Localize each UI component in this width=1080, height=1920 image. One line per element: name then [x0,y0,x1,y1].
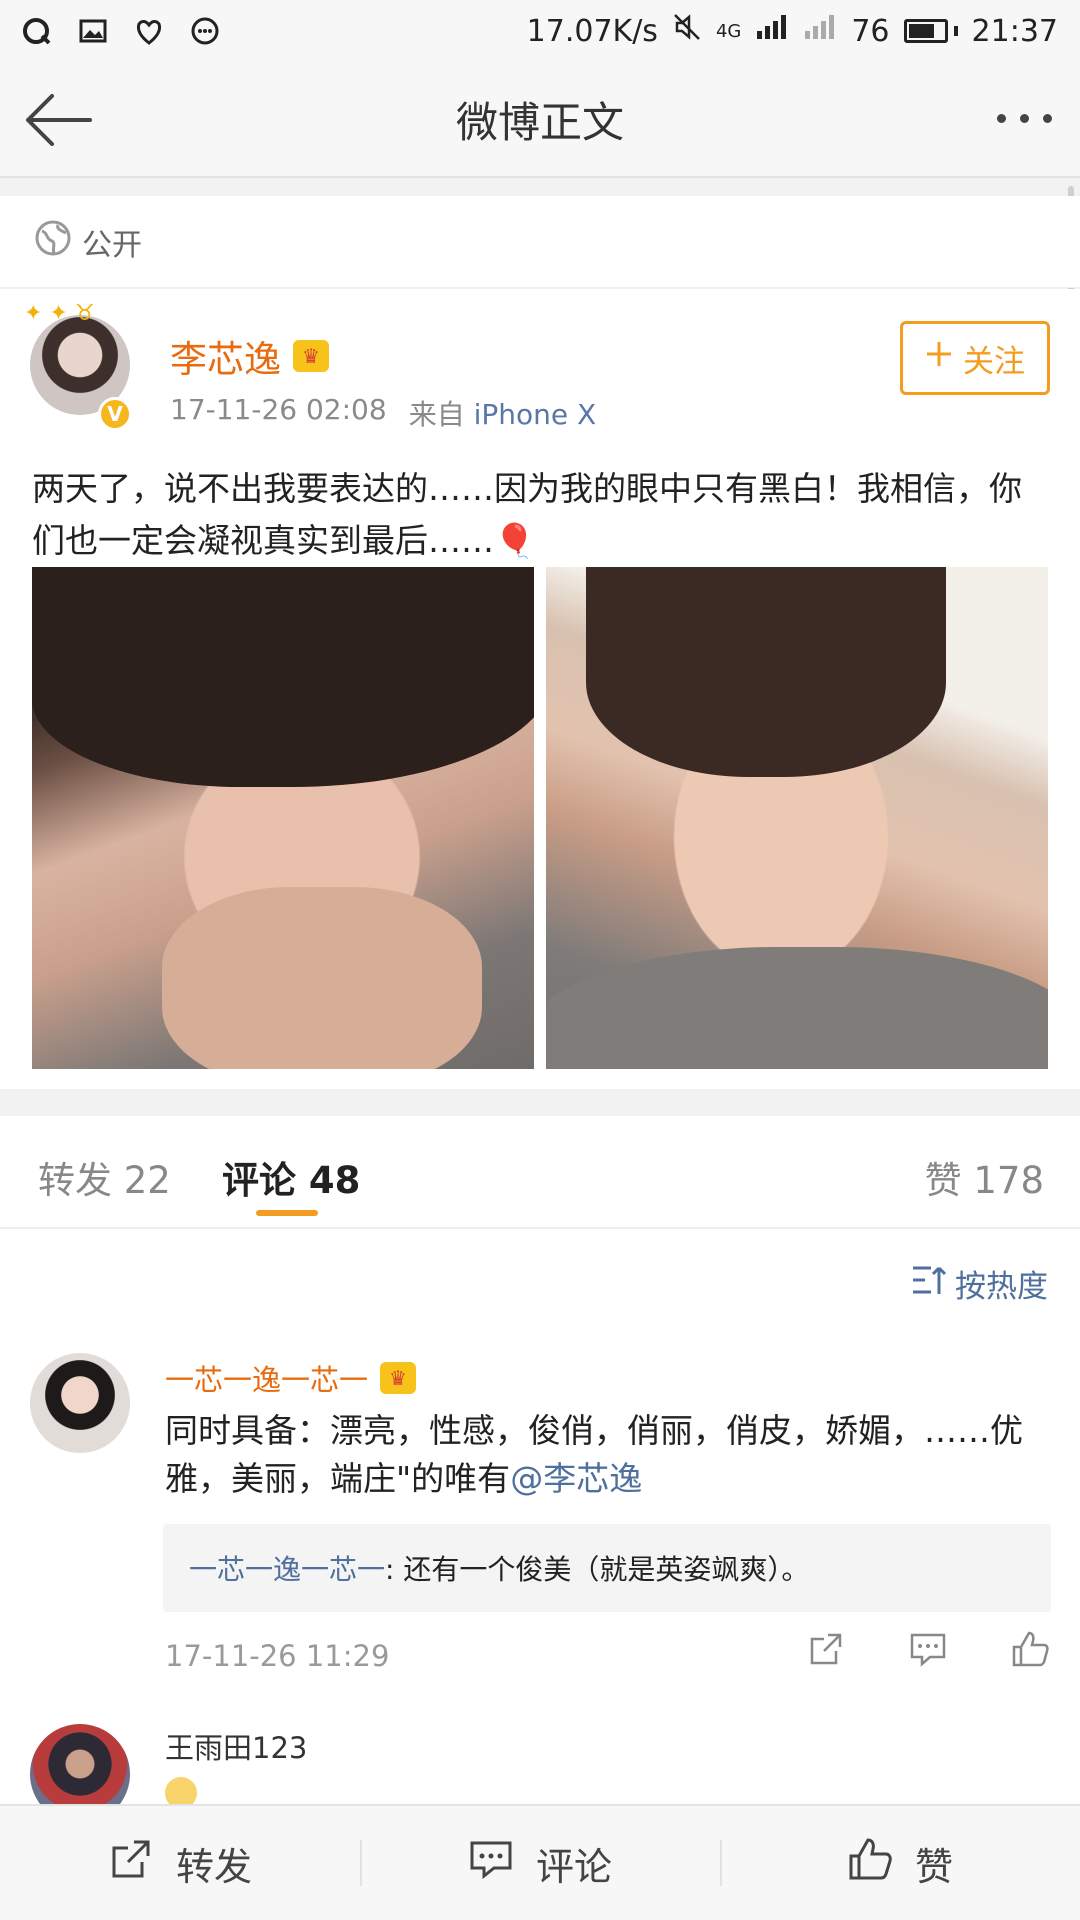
comment-label: 评论 [535,1844,612,1889]
emoji-icon [165,1777,197,1804]
arrow-left-icon[interactable] [24,92,94,148]
plus-icon [925,340,953,376]
page-title: 微博正文 [455,97,624,147]
signal-2-icon [803,13,837,49]
post-author-name: 李芯逸 [170,338,281,381]
visibility-bar: 公开 [0,196,1080,288]
more-dots-icon[interactable] [997,114,1052,123]
post-time: 17-11-26 02:08 [170,393,387,426]
comment-time: 17-11-26 11:29 [165,1639,390,1673]
active-tab-indicator [256,1210,318,1216]
sort-label: 按热度 [955,1269,1048,1305]
globe-icon [34,219,72,265]
like-button[interactable]: 赞 [720,1806,1080,1920]
share-icon[interactable] [806,1629,846,1669]
verified-badge-icon: V [98,397,132,431]
like-icon [847,1836,893,1891]
mute-icon [672,12,702,50]
post-card: ✦ ✦ ♉ V 李芯逸 ♛ 17-11-26 02:08 来自 iPhone X… [0,289,1080,1089]
vip-crown-icon: ♛ [380,1362,417,1394]
comment-actions [806,1629,1050,1669]
network-speed: 17.07K/s [526,13,658,49]
post-author[interactable]: 李芯逸 ♛ [170,329,329,383]
comment-author[interactable]: 一芯一逸一芯一 ♛ [165,1357,417,1399]
comment-avatar[interactable] [30,1353,130,1453]
repost-label: 转发 [175,1844,252,1889]
post-text: 两天了，说不出我要表达的……因为我的眼中只有黑白！我相信，你们也一定会凝视真实到… [32,469,1022,560]
battery-icon [903,19,958,43]
status-bar: 17.07K/s 4G 76 21:37 [0,0,1080,62]
like-label: 赞 [914,1844,953,1889]
post-source: 来自 iPhone X [408,398,597,431]
sort-button[interactable]: 按热度 [911,1261,1048,1306]
comment-text: 同时具备：漂亮，性感，俊俏，俏丽，俏皮，娇媚，……优雅，美丽，端庄"的唯有@李芯… [165,1411,1023,1498]
repost-button[interactable]: 转发 [0,1806,360,1920]
reply-text: : 还有一个俊美（就是英姿飒爽）。 [385,1553,810,1586]
battery-percent: 76 [851,13,890,49]
comment-icon [468,1836,514,1891]
tab-comment[interactable]: 评论 48 [222,1150,360,1204]
comment-icon[interactable] [908,1629,948,1669]
tab-like[interactable]: 赞 178 [925,1150,1044,1204]
post-photo-2[interactable] [546,567,1048,1069]
comment-button[interactable]: 评论 [360,1806,720,1920]
like-icon[interactable] [1010,1629,1050,1669]
chat-notification-icon [190,16,220,46]
vip-crown-icon: ♛ [293,340,329,372]
tab-repost[interactable]: 转发 22 [38,1150,171,1204]
signal-icon [755,13,789,49]
shield-notification-icon [134,16,164,46]
clock: 21:37 [971,13,1058,49]
app-notification-icon [22,16,52,46]
post-tabs: 转发 22 评论 48 赞 178 [0,1116,1080,1228]
comment-reply[interactable]: 一芯一逸一芯一: 还有一个俊美（就是英姿飒爽）。 [163,1524,1051,1612]
post-meta: 17-11-26 02:08 来自 iPhone X [170,393,596,433]
reply-author[interactable]: 一芯一逸一芯一 [189,1548,385,1588]
comment-list: 按热度 一芯一逸一芯一 ♛ 同时具备：漂亮，性感，俊俏，俏丽，俏皮，娇媚，……优… [0,1229,1080,1804]
bottom-action-bar: 转发 评论 赞 [0,1804,1080,1920]
comment-author-name: 一芯一逸一芯一 [165,1363,369,1397]
comment-author-name[interactable]: 王雨田123 [165,1725,307,1767]
image-notification-icon [78,16,108,46]
visibility-label: 公开 [82,227,142,263]
share-icon [108,1836,154,1891]
post-photo-1[interactable] [32,567,534,1069]
sort-icon [911,1264,947,1304]
mention-link[interactable]: @李芯逸 [510,1459,642,1498]
follow-button[interactable]: 关注 [900,321,1050,395]
nav-bar: 微博正文 [0,62,1080,178]
follow-label: 关注 [963,343,1025,380]
network-type: 4G [715,20,742,42]
avatar-decoration-icon: ✦ ✦ ♉ [24,301,95,326]
comment-avatar[interactable] [30,1724,130,1804]
